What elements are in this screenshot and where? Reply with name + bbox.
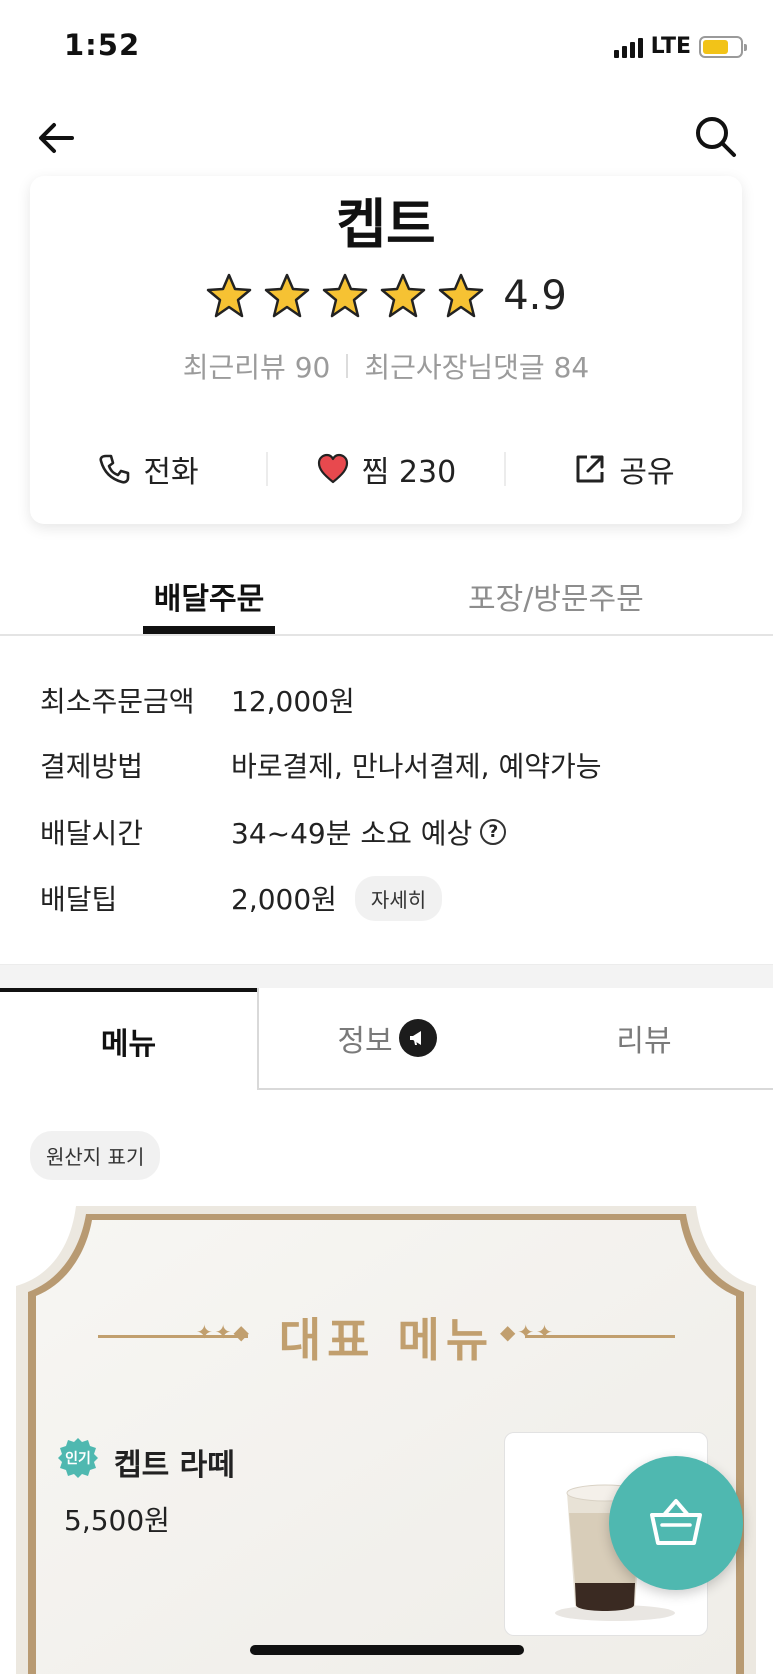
delivery-time-value: 34~49분 소요 예상 ? [231, 812, 507, 852]
network-label: LTE [650, 34, 691, 59]
rating-value: 4.9 [503, 273, 567, 319]
cart-button[interactable] [609, 1456, 743, 1590]
tab-delivery[interactable]: 배달주문 [143, 574, 275, 618]
active-tab-indicator [143, 626, 275, 634]
help-icon[interactable]: ? [480, 819, 507, 845]
review-counts: 최근리뷰 90 최근사장님댓글 84 [30, 346, 742, 386]
origin-info-button[interactable]: 원산지 표기 [30, 1131, 161, 1180]
rating-row[interactable]: 4.9 [30, 272, 742, 320]
order-type-tabs: 배달주문 포장/방문주문 [0, 560, 773, 636]
recent-reviews-count[interactable]: 최근리뷰 90 [183, 346, 331, 386]
star-icon [322, 273, 368, 318]
tab-menu-label: 메뉴 [100, 1027, 157, 1062]
home-indicator [250, 1645, 524, 1655]
popular-badge: 인기 [58, 1438, 98, 1478]
back-arrow-icon [39, 123, 74, 153]
menu-item-name[interactable]: 켑트 라떼 [114, 1440, 235, 1484]
call-label: 전화 [143, 455, 199, 490]
min-order-value: 12,000원 [231, 680, 355, 720]
payment-value: 바로결제, 만나서결제, 예약가능 [231, 745, 601, 785]
tab-info[interactable]: 정보 [257, 988, 515, 1090]
tip-detail-button[interactable]: 자세히 [354, 875, 443, 921]
delivery-time-label: 배달시간 [40, 817, 144, 850]
store-card: 켑트 4.9 최근리뷰 90 최근사장님댓글 84 전화 찜 230 공유 [30, 176, 742, 524]
store-actions: 전화 찜 230 공유 [30, 438, 742, 500]
signal-icon [613, 36, 643, 58]
divider [346, 354, 349, 378]
battery-icon [699, 35, 747, 58]
share-label: 공유 [619, 455, 675, 490]
status-bar: 1:52 LTE [0, 0, 773, 96]
popular-badge-label: 인기 [65, 1450, 91, 1467]
content-tabs: 메뉴 정보 리뷰 [0, 988, 773, 1090]
delivery-time-text: 34~49분 소요 예상 [231, 817, 473, 850]
decorative-line [525, 1335, 675, 1338]
like-label: 찜 230 [361, 455, 457, 490]
phone-icon [99, 454, 130, 484]
min-order-amount: 12,000원 [231, 685, 355, 718]
status-indicators: LTE [613, 34, 747, 59]
tab-menu[interactable]: 메뉴 [0, 988, 257, 1090]
tab-review[interactable]: 리뷰 [515, 988, 773, 1090]
min-order-label: 최소주문금액 [40, 685, 195, 718]
back-button[interactable] [34, 116, 78, 160]
section-divider [0, 964, 773, 988]
basket-icon [650, 1499, 702, 1545]
star-icon [206, 273, 252, 318]
status-time: 1:52 [64, 28, 141, 62]
decorative-sparkles: ◆✦✦ [500, 1320, 555, 1344]
call-button[interactable]: 전화 [30, 447, 266, 491]
menu-item-price: 5,500원 [64, 1504, 170, 1537]
tab-pickup[interactable]: 포장/방문주문 [468, 574, 644, 618]
like-button[interactable]: 찜 230 [268, 447, 504, 491]
share-button[interactable]: 공유 [506, 447, 742, 491]
payment-methods: 바로결제, 만나서결제, 예약가능 [231, 750, 602, 783]
owner-comments-count[interactable]: 최근사장님댓글 84 [364, 346, 589, 386]
payment-label: 결제방법 [40, 750, 144, 783]
delivery-tip-amount: 2,000원 [231, 883, 337, 916]
star-icon [438, 273, 484, 318]
tab-info-label: 정보 [337, 1024, 393, 1059]
store-name: 켑트 [336, 193, 436, 256]
share-icon [576, 455, 604, 483]
delivery-tip-label: 배달팁 [40, 883, 118, 916]
heart-icon [317, 453, 348, 484]
search-icon [696, 117, 736, 157]
tab-review-label: 리뷰 [616, 1024, 672, 1059]
delivery-tip-value: 2,000원 자세히 [231, 875, 443, 921]
star-icon [380, 273, 426, 318]
star-icon [264, 273, 310, 318]
megaphone-icon [398, 1019, 437, 1057]
search-button[interactable] [693, 114, 739, 160]
